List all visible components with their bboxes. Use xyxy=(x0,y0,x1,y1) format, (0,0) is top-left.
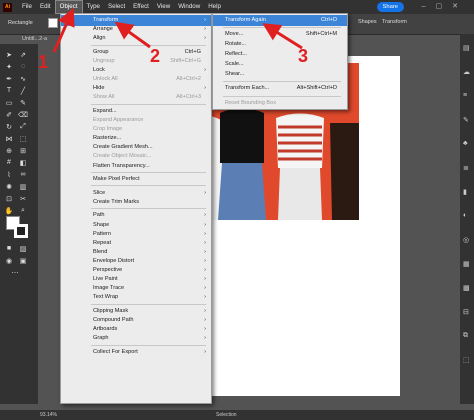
arrow-3 xyxy=(262,23,303,50)
annotation-number-3: 3 xyxy=(298,46,309,66)
arrow-1 xyxy=(52,7,75,53)
annotation-number-2: 2 xyxy=(150,46,161,66)
annotation-number-1: 1 xyxy=(38,52,49,72)
annotation-arrows xyxy=(52,7,303,53)
arrow-2 xyxy=(114,21,151,49)
